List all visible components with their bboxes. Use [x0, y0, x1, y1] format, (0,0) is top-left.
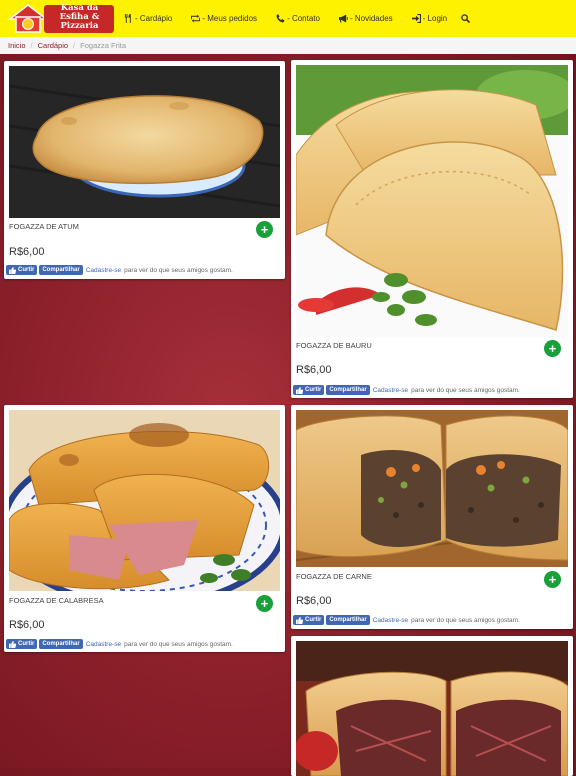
breadcrumb-separator: / — [30, 41, 33, 50]
facebook-like-button[interactable]: Curtir — [6, 265, 38, 275]
breadcrumb: Inicio / Cardápio / Fogazza Frita — [0, 37, 576, 54]
facebook-share-button[interactable]: Compartilhar — [39, 639, 83, 649]
nav-item-cardapio[interactable]: - Cardápio — [124, 14, 172, 23]
facebook-share-button[interactable]: Compartilhar — [326, 615, 370, 625]
product-price: R$6,00 — [296, 364, 332, 376]
facebook-share-label: Compartilhar — [42, 267, 80, 273]
facebook-like-bar: Curtir Compartilhar Cadastre-se para ver… — [6, 639, 233, 649]
facebook-like-button[interactable]: Curtir — [293, 385, 325, 395]
nav-item-label: - Contato — [287, 14, 320, 23]
breadcrumb-separator: / — [73, 41, 76, 50]
product-image-calabresa[interactable] — [9, 410, 280, 591]
facebook-share-label: Compartilhar — [329, 617, 367, 623]
nav-item-novidades[interactable]: - Novidades — [338, 14, 393, 23]
facebook-share-label: Compartilhar — [42, 641, 80, 647]
nav-item-label: - Cardápio — [135, 14, 173, 23]
product-image-bauru[interactable] — [296, 65, 568, 337]
search-button[interactable] — [461, 14, 472, 23]
facebook-signup-link[interactable]: Cadastre-se — [86, 267, 121, 274]
add-to-cart-button[interactable]: + — [544, 571, 561, 588]
product-price: R$6,00 — [9, 246, 45, 258]
nav-item-contato[interactable]: - Contato — [276, 14, 320, 23]
phone-icon — [276, 14, 285, 23]
facebook-like-label: Curtir — [305, 387, 322, 393]
facebook-signup-link[interactable]: Cadastre-se — [373, 387, 408, 394]
nav-menu: - Cardápio - Meus pedidos - Contato - No… — [124, 0, 491, 37]
thumbs-up-icon — [9, 640, 16, 648]
product-image-atum[interactable] — [9, 66, 280, 218]
product-name: FOGAZZA DE ATUM — [9, 222, 79, 231]
add-to-cart-button[interactable]: + — [256, 221, 273, 238]
logo-text-line-3: Pizzaria — [60, 21, 99, 31]
facebook-signup-text: para ver do que seus amigos gostam. — [411, 616, 520, 624]
nav-item-label: - Novidades — [349, 14, 393, 23]
add-to-cart-button[interactable]: + — [256, 595, 273, 612]
facebook-signup-link[interactable]: Cadastre-se — [373, 617, 408, 624]
facebook-like-button[interactable]: Curtir — [293, 615, 325, 625]
facebook-signup-text: para ver do que seus amigos gostam. — [411, 386, 520, 394]
facebook-share-label: Compartilhar — [329, 387, 367, 393]
thumbs-up-icon — [296, 616, 303, 624]
product-card-atum: FOGAZZA DE ATUM + R$6,00 Curtir Comparti… — [4, 61, 285, 279]
product-image-partial[interactable] — [296, 641, 568, 776]
product-name: FOGAZZA DE CALABRESA — [9, 596, 104, 605]
facebook-share-button[interactable]: Compartilhar — [326, 385, 370, 395]
facebook-like-bar: Curtir Compartilhar Cadastre-se para ver… — [293, 615, 520, 625]
logo[interactable]: Kasa da Esfiha & Pizzaria — [7, 3, 116, 35]
nav-item-label: - Login — [422, 14, 448, 23]
nav-item-pedidos[interactable]: - Meus pedidos — [191, 14, 257, 23]
thumbs-up-icon — [296, 386, 303, 394]
product-image-carne[interactable] — [296, 410, 568, 567]
product-name: FOGAZZA DE CARNE — [296, 572, 372, 581]
facebook-like-label: Curtir — [18, 641, 35, 647]
cutlery-icon — [124, 14, 131, 23]
megaphone-icon — [338, 14, 348, 23]
breadcrumb-cardapio[interactable]: Cardápio — [38, 41, 68, 50]
facebook-share-button[interactable]: Compartilhar — [39, 265, 83, 275]
product-price: R$6,00 — [9, 619, 45, 631]
facebook-like-bar: Curtir Compartilhar Cadastre-se para ver… — [6, 265, 233, 275]
product-card-calabresa: FOGAZZA DE CALABRESA + R$6,00 Curtir Com… — [4, 405, 285, 652]
product-card-carne: FOGAZZA DE CARNE + R$6,00 Curtir Compart… — [291, 405, 573, 629]
navbar: Kasa da Esfiha & Pizzaria - Cardápio - M… — [0, 0, 576, 38]
login-icon — [411, 14, 421, 23]
facebook-like-button[interactable]: Curtir — [6, 639, 38, 649]
product-price: R$6,00 — [296, 595, 332, 607]
facebook-signup-text: para ver do que seus amigos gostam. — [124, 266, 233, 274]
product-card-partial — [291, 636, 573, 776]
facebook-signup-link[interactable]: Cadastre-se — [86, 641, 121, 648]
search-icon — [461, 14, 471, 23]
facebook-signup-text: para ver do que seus amigos gostam. — [124, 640, 233, 648]
thumbs-up-icon — [9, 266, 16, 274]
facebook-like-bar: Curtir Compartilhar Cadastre-se para ver… — [293, 385, 520, 395]
nav-item-login[interactable]: - Login — [411, 14, 448, 23]
product-name: FOGAZZA DE BAURU — [296, 341, 372, 350]
breadcrumb-home[interactable]: Inicio — [8, 41, 26, 50]
add-to-cart-button[interactable]: + — [544, 340, 561, 357]
facebook-like-label: Curtir — [18, 267, 35, 273]
product-card-bauru: FOGAZZA DE BAURU + R$6,00 Curtir Compart… — [291, 60, 573, 398]
orders-icon — [191, 14, 201, 23]
facebook-like-label: Curtir — [305, 617, 322, 623]
nav-item-label: - Meus pedidos — [202, 14, 258, 23]
breadcrumb-current: Fogazza Frita — [80, 41, 126, 50]
